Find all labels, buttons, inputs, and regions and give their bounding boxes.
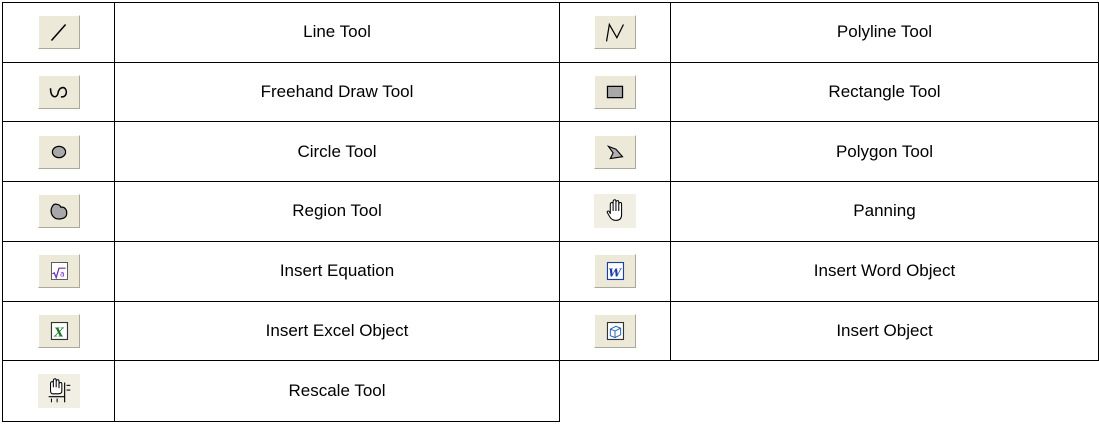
icon-cell (2, 2, 115, 63)
tool-label: Insert Equation (114, 240, 560, 302)
table-row: Line Tool Polyline Tool (2, 2, 1099, 63)
rectangle-icon[interactable] (594, 75, 636, 110)
circle-icon[interactable] (37, 134, 80, 169)
icon-cell: W (559, 240, 671, 302)
tool-label: Panning (670, 181, 1099, 242)
icon-cell (559, 181, 671, 242)
rescale-icon[interactable] (37, 374, 80, 409)
tool-label: Insert Word Object (670, 240, 1099, 302)
table-row: Freehand Draw Tool Rectangle Tool (2, 61, 1099, 123)
tool-label: Polyline Tool (670, 2, 1099, 63)
svg-text:X: X (53, 326, 64, 340)
icon-cell (559, 300, 671, 362)
word-object-icon[interactable]: W (594, 254, 636, 289)
svg-text:a: a (59, 270, 64, 279)
region-icon[interactable] (37, 194, 80, 229)
icon-cell (2, 360, 115, 422)
icon-cell (559, 61, 671, 123)
table-row: X Insert Excel Object Insert Object (2, 300, 1099, 362)
tool-label: Region Tool (114, 181, 560, 242)
icon-cell (559, 121, 671, 183)
equation-icon[interactable]: a (37, 254, 80, 289)
tool-label: Line Tool (114, 2, 560, 63)
excel-object-icon[interactable]: X (37, 313, 80, 348)
tool-reference-table: Line Tool Polyline Tool Freehand Draw To… (2, 2, 1099, 422)
icon-cell (2, 61, 115, 123)
table-row: a Insert Equation W Insert Word Object (2, 240, 1099, 302)
tool-label: Polygon Tool (670, 121, 1099, 183)
table-row: Circle Tool Polygon Tool (2, 121, 1099, 183)
tool-label: Insert Excel Object (114, 300, 560, 362)
insert-object-icon[interactable] (594, 313, 636, 348)
svg-text:W: W (608, 266, 622, 280)
tool-label: Freehand Draw Tool (114, 61, 560, 123)
polyline-icon[interactable] (594, 15, 636, 50)
tool-label: Rectangle Tool (670, 61, 1099, 123)
freehand-icon[interactable] (37, 75, 80, 110)
line-icon[interactable] (37, 15, 80, 50)
empty-cell (559, 360, 1099, 422)
tool-label: Circle Tool (114, 121, 560, 183)
polygon-icon[interactable] (594, 134, 636, 169)
icon-cell (2, 121, 115, 183)
icon-cell: a (2, 240, 115, 302)
hand-icon[interactable] (594, 194, 636, 229)
table-row: Rescale Tool (2, 360, 1099, 422)
table-row: Region Tool Panning (2, 181, 1099, 242)
icon-cell (559, 2, 671, 63)
tool-label: Insert Object (670, 300, 1099, 362)
icon-cell: X (2, 300, 115, 362)
icon-cell (2, 181, 115, 242)
tool-label: Rescale Tool (114, 360, 560, 422)
